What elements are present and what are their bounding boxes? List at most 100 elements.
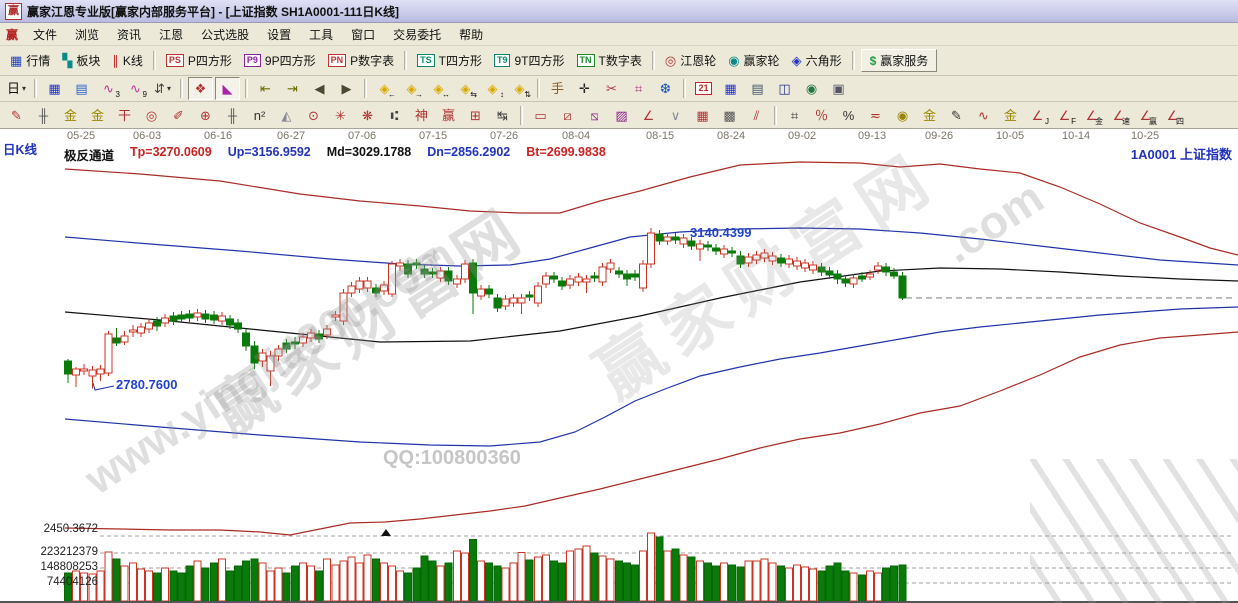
nav-button-17[interactable]: ◈ → <box>399 77 424 100</box>
draw-button-27[interactable]: ▩ <box>717 104 742 127</box>
nav-button-0[interactable]: 日 ▾ <box>4 77 29 100</box>
toolbar-main-item-14[interactable]: ◈ 六角形 <box>786 50 848 71</box>
menu-item-1[interactable]: 浏览 <box>66 26 108 44</box>
draw-button-43[interactable]: ∠ 赢 <box>1133 104 1158 127</box>
toolbar-main-item-2[interactable]: ∥ K线 <box>106 50 149 71</box>
toolbar-main-item-0[interactable]: ▦ 行情 <box>4 50 56 71</box>
nav-button-5[interactable]: ∿ 9 <box>123 77 148 100</box>
nav-button-32[interactable]: ◫ <box>772 77 797 100</box>
draw-button-8[interactable]: ╫ <box>220 104 245 127</box>
nav-button-21[interactable]: ◈ ⇅ <box>507 77 532 100</box>
nav-button-2[interactable]: ▦ <box>42 77 67 100</box>
draw-button-0[interactable]: ✎ <box>4 104 29 127</box>
draw-button-37[interactable]: ∿ <box>971 104 996 127</box>
draw-button-38[interactable]: 金 <box>998 104 1023 127</box>
draw-button-1[interactable]: ╫ <box>31 104 56 127</box>
toolbar-main-item-8[interactable]: TS T四方形 <box>411 50 488 71</box>
nav-button-11[interactable]: ⇤ <box>253 77 278 100</box>
toolbar-main-item-12[interactable]: ◎ 江恩轮 <box>659 50 722 71</box>
nav-button-14[interactable]: ▶ <box>334 77 359 100</box>
nav-button-24[interactable]: ✛ <box>572 77 597 100</box>
draw-button-25[interactable]: ∨ <box>663 104 688 127</box>
nav-button-33[interactable]: ◉ <box>799 77 824 100</box>
toolbar-main-item-13[interactable]: ◉ 赢家轮 <box>722 50 785 71</box>
title-bar[interactable]: 赢 赢家江恩专业版[赢家内部服务平台] - [上证指数 SH1A0001-111… <box>0 0 1238 23</box>
kline-plot-canvas[interactable] <box>0 129 1238 603</box>
toolbar-main-icon-14: ◈ <box>791 53 802 68</box>
draw-button-39[interactable]: ∠ J <box>1025 104 1050 127</box>
draw-button-21[interactable]: ⧄ <box>555 104 580 127</box>
draw-button-22[interactable]: ⧅ <box>582 104 607 127</box>
menu-item-7[interactable]: 窗口 <box>342 26 384 44</box>
menu-item-0[interactable]: 文件 <box>24 26 66 44</box>
toolbar-main-item-1[interactable]: ▚ 板块 <box>56 50 106 71</box>
draw-button-9[interactable]: n² <box>247 104 272 127</box>
draw-button-7[interactable]: ⊕ <box>193 104 218 127</box>
winner-service-button[interactable]: $ 赢家服务 <box>860 49 938 72</box>
nav-button-19[interactable]: ◈ ⇆ <box>453 77 478 100</box>
draw-button-20[interactable]: ▭ <box>528 104 553 127</box>
nav-button-29[interactable]: 21 <box>691 77 716 100</box>
draw-button-30[interactable]: ⌗ <box>782 104 807 127</box>
toolbar-main-item-10[interactable]: TN T数字表 <box>571 50 648 71</box>
draw-button-17[interactable]: ⊞ <box>463 104 488 127</box>
nav-button-30[interactable]: ▦ <box>718 77 743 100</box>
draw-button-10[interactable]: ◭ <box>274 104 299 127</box>
nav-button-16[interactable]: ◈ ← <box>372 77 397 100</box>
draw-button-12[interactable]: ✳ <box>328 104 353 127</box>
draw-button-26[interactable]: ▦ <box>690 104 715 127</box>
draw-button-28[interactable]: ⫽ <box>744 104 769 127</box>
dropdown-arrow-icon: ▾ <box>166 84 171 93</box>
toolbar-main-item-4[interactable]: PS P四方形 <box>160 50 238 71</box>
draw-button-33[interactable]: ≂ <box>863 104 888 127</box>
draw-button-32[interactable]: % <box>836 104 861 127</box>
nav-button-27[interactable]: ❆ <box>653 77 678 100</box>
draw-button-24[interactable]: ∠ <box>636 104 661 127</box>
draw-button-2[interactable]: 金 <box>58 104 83 127</box>
nav-button-9[interactable]: ◣ <box>215 77 240 100</box>
draw-button-18[interactable]: ↹ <box>490 104 515 127</box>
menu-item-5[interactable]: 设置 <box>258 26 300 44</box>
draw-button-3[interactable]: 金 <box>85 104 110 127</box>
nav-button-20[interactable]: ◈ ↕ <box>480 77 505 100</box>
draw-button-6[interactable]: ✐ <box>166 104 191 127</box>
draw-button-11[interactable]: ⊙ <box>301 104 326 127</box>
nav-button-34[interactable]: ▣ <box>826 77 851 100</box>
menu-item-2[interactable]: 资讯 <box>108 26 150 44</box>
draw-button-16[interactable]: 赢 <box>436 104 461 127</box>
nav-button-6[interactable]: ⇵ ▾ <box>150 77 175 100</box>
draw-button-23[interactable]: ▨ <box>609 104 634 127</box>
draw-button-36[interactable]: ✎ <box>944 104 969 127</box>
toolbar-main-item-6[interactable]: PN P数字表 <box>322 50 401 71</box>
draw-button-13[interactable]: ❋ <box>355 104 380 127</box>
draw-button-14[interactable]: ⑆ <box>382 104 407 127</box>
nav-button-31[interactable]: ▤ <box>745 77 770 100</box>
draw-button-4[interactable]: 干 <box>112 104 137 127</box>
menu-item-4[interactable]: 公式选股 <box>192 26 258 44</box>
toolbar-main-item-9[interactable]: T9 9T四方形 <box>488 50 571 71</box>
nav-button-12[interactable]: ⇥ <box>280 77 305 100</box>
nav-button-13[interactable]: ◀ <box>307 77 332 100</box>
menu-item-8[interactable]: 交易委托 <box>384 26 450 44</box>
nav-button-18[interactable]: ◈ ↔ <box>426 77 451 100</box>
menu-item-6[interactable]: 工具 <box>300 26 342 44</box>
draw-button-35[interactable]: 金 <box>917 104 942 127</box>
nav-button-23[interactable]: 手 <box>545 77 570 100</box>
nav-button-4[interactable]: ∿ 3 <box>96 77 121 100</box>
draw-button-34[interactable]: ◉ <box>890 104 915 127</box>
draw-button-15[interactable]: 神 <box>409 104 434 127</box>
menu-item-9[interactable]: 帮助 <box>450 26 492 44</box>
nav-button-25[interactable]: ✂ <box>599 77 624 100</box>
toolbar-separator <box>245 79 248 98</box>
draw-button-41[interactable]: ∠ 金 <box>1079 104 1104 127</box>
nav-button-3[interactable]: ▤ <box>69 77 94 100</box>
nav-button-26[interactable]: ⌗ <box>626 77 651 100</box>
menu-item-3[interactable]: 江恩 <box>150 26 192 44</box>
nav-button-8[interactable]: ❖ <box>188 77 213 100</box>
toolbar-main-item-5[interactable]: P9 9P四方形 <box>238 50 322 71</box>
draw-button-5[interactable]: ◎ <box>139 104 164 127</box>
draw-button-40[interactable]: ∠ F <box>1052 104 1077 127</box>
draw-button-31[interactable]: ％ <box>809 104 834 127</box>
draw-button-42[interactable]: ∠ 速 <box>1106 104 1131 127</box>
draw-button-44[interactable]: ∠ 四 <box>1160 104 1185 127</box>
